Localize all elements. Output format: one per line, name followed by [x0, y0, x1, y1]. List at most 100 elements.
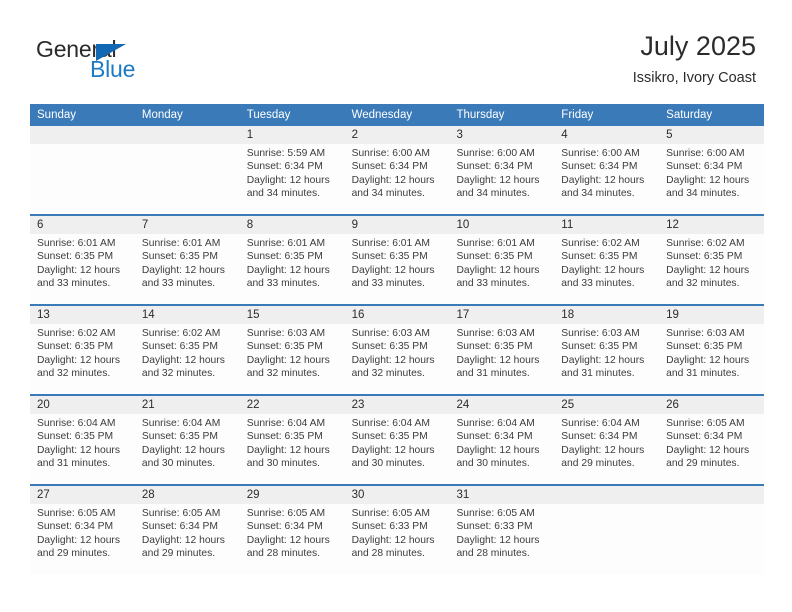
day-number[interactable]: 19 [659, 306, 764, 324]
day-cell[interactable]: Sunrise: 6:01 AM Sunset: 6:35 PM Daylight:… [30, 234, 135, 304]
day-cell[interactable]: Sunrise: 6:05 AM Sunset: 6:34 PM Daylight:… [30, 504, 135, 574]
day-number[interactable]: 24 [449, 396, 554, 414]
day-number[interactable]: 29 [240, 486, 345, 504]
day-number[interactable]: 14 [135, 306, 240, 324]
day-number[interactable]: 1 [240, 126, 345, 144]
calendar-week-row: 20 21 22 23 24 25 26 Sunrise: 6:04 AM Sunset: 6:… [30, 396, 764, 486]
day-cell[interactable]: Sunrise: 6:00 AM Sunset: 6:34 PM Daylight:… [659, 144, 764, 214]
day-number[interactable]: 16 [345, 306, 450, 324]
day-detail-line: Sunset: 6:35 PM [456, 341, 533, 353]
day-detail-line: Sunset: 6:34 PM [666, 431, 743, 443]
day-cell[interactable]: Sunrise: 6:02 AM Sunset: 6:35 PM Daylight:… [30, 324, 135, 394]
day-cell[interactable]: Sunrise: 6:02 AM Sunset: 6:35 PM Daylight:… [554, 234, 659, 304]
day-cell[interactable]: Sunrise: 6:02 AM Sunset: 6:35 PM Daylight:… [659, 234, 764, 304]
day-cell[interactable]: Sunrise: 6:04 AM Sunset: 6:35 PM Daylight:… [135, 414, 240, 484]
day-cell[interactable]: Sunrise: 6:01 AM Sunset: 6:35 PM Daylight:… [135, 234, 240, 304]
day-cell[interactable]: Sunrise: 6:00 AM Sunset: 6:34 PM Daylight:… [345, 144, 450, 214]
day-number[interactable]: 7 [135, 216, 240, 234]
day-number[interactable]: 8 [240, 216, 345, 234]
day-number[interactable]: 15 [240, 306, 345, 324]
day-detail-line: Daylight: 12 hours [666, 264, 750, 276]
calendar-week-row: 13 14 15 16 17 18 19 Sunrise: 6:02 AM Sunset: 6:… [30, 306, 764, 396]
day-number[interactable]: 21 [135, 396, 240, 414]
day-cell[interactable]: Sunrise: 6:03 AM Sunset: 6:35 PM Daylight:… [659, 324, 764, 394]
day-number[interactable]: 20 [30, 396, 135, 414]
day-cell[interactable]: Sunrise: 6:02 AM Sunset: 6:35 PM Daylight:… [135, 324, 240, 394]
day-number-empty [554, 486, 659, 504]
day-cell[interactable]: Sunrise: 5:59 AM Sunset: 6:34 PM Daylight:… [240, 144, 345, 214]
day-number[interactable]: 23 [345, 396, 450, 414]
day-cell[interactable]: Sunrise: 6:05 AM Sunset: 6:34 PM Daylight:… [135, 504, 240, 574]
day-number[interactable]: 13 [30, 306, 135, 324]
day-cell[interactable]: Sunrise: 6:00 AM Sunset: 6:34 PM Daylight:… [449, 144, 554, 214]
day-number[interactable]: 10 [449, 216, 554, 234]
day-cell[interactable]: Sunrise: 6:00 AM Sunset: 6:34 PM Daylight:… [554, 144, 659, 214]
day-detail-line: Sunrise: 5:59 AM [246, 148, 326, 159]
day-detail-line: Daylight: 12 hours [351, 354, 435, 366]
day-number[interactable]: 26 [659, 396, 764, 414]
day-detail-line: Daylight: 12 hours [141, 264, 225, 276]
day-detail-line: Sunset: 6:35 PM [37, 431, 114, 443]
day-number[interactable]: 25 [554, 396, 659, 414]
day-cell[interactable]: Sunrise: 6:04 AM Sunset: 6:34 PM Daylight:… [554, 414, 659, 484]
day-number[interactable]: 6 [30, 216, 135, 234]
calendar-week-row: 27 28 29 30 31 Sunrise: 6:05 AM Sunset: 6:34 P… [30, 486, 764, 574]
day-detail-line: Daylight: 12 hours [37, 534, 120, 546]
day-cell[interactable]: Sunrise: 6:03 AM Sunset: 6:35 PM Daylight:… [240, 324, 345, 394]
day-cell[interactable]: Sunrise: 6:01 AM Sunset: 6:35 PM Daylight:… [449, 234, 554, 304]
day-detail-line: Sunset: 6:33 PM [351, 521, 428, 533]
day-detail-line: Sunrise: 6:04 AM [351, 418, 430, 429]
day-detail-line: Sunset: 6:34 PM [561, 161, 638, 173]
day-detail-line: Sunset: 6:35 PM [141, 341, 218, 353]
day-detail-line: Sunrise: 6:00 AM [351, 148, 430, 159]
day-cell[interactable]: Sunrise: 6:05 AM Sunset: 6:34 PM Daylight:… [659, 414, 764, 484]
day-number[interactable]: 12 [659, 216, 764, 234]
day-number[interactable]: 27 [30, 486, 135, 504]
day-detail-line: Sunrise: 6:05 AM [456, 508, 535, 519]
page-header: General Blue July 2025 Issikro, Ivory Co… [0, 0, 792, 100]
day-number[interactable]: 17 [449, 306, 554, 324]
day-number[interactable]: 22 [240, 396, 345, 414]
day-number[interactable]: 4 [554, 126, 659, 144]
weekday-header-wednesday: Wednesday [351, 109, 413, 121]
day-cell[interactable]: Sunrise: 6:04 AM Sunset: 6:35 PM Daylight:… [345, 414, 450, 484]
day-detail-line: Sunrise: 6:01 AM [351, 238, 430, 249]
day-cell[interactable]: Sunrise: 6:04 AM Sunset: 6:35 PM Daylight:… [30, 414, 135, 484]
day-cell[interactable]: Sunrise: 6:01 AM Sunset: 6:35 PM Daylight:… [240, 234, 345, 304]
day-number[interactable]: 18 [554, 306, 659, 324]
day-detail-line: and 30 minutes. [351, 458, 425, 470]
day-number[interactable]: 3 [449, 126, 554, 144]
day-cell[interactable]: Sunrise: 6:05 AM Sunset: 6:33 PM Daylight:… [345, 504, 450, 574]
day-number[interactable]: 5 [659, 126, 764, 144]
day-cell[interactable]: Sunrise: 6:04 AM Sunset: 6:34 PM Daylight:… [449, 414, 554, 484]
day-number[interactable]: 11 [554, 216, 659, 234]
weekday-header-thursday: Thursday [456, 109, 505, 121]
day-cell[interactable]: Sunrise: 6:04 AM Sunset: 6:35 PM Daylight:… [240, 414, 345, 484]
day-cell[interactable]: Sunrise: 6:01 AM Sunset: 6:35 PM Daylight:… [345, 234, 450, 304]
day-cell-empty [135, 144, 240, 214]
day-detail-line: and 33 minutes. [246, 278, 320, 290]
day-number[interactable]: 2 [345, 126, 450, 144]
day-detail-line: Sunset: 6:35 PM [351, 251, 428, 263]
day-detail-line: Daylight: 12 hours [456, 354, 540, 366]
week-detail-row: Sunrise: 6:01 AM Sunset: 6:35 PM Daylight:… [30, 234, 764, 304]
week-daynumber-row: 20 21 22 23 24 25 26 [30, 396, 764, 414]
day-cell[interactable]: Sunrise: 6:05 AM Sunset: 6:34 PM Daylight:… [240, 504, 345, 574]
day-number[interactable]: 28 [135, 486, 240, 504]
day-detail-line: and 32 minutes. [246, 368, 320, 380]
day-cell[interactable]: Sunrise: 6:03 AM Sunset: 6:35 PM Daylight:… [554, 324, 659, 394]
week-daynumber-row: 13 14 15 16 17 18 19 [30, 306, 764, 324]
day-detail-line: Daylight: 12 hours [351, 174, 435, 186]
day-number[interactable]: 31 [449, 486, 554, 504]
day-number[interactable]: 9 [345, 216, 450, 234]
day-detail-line: and 30 minutes. [246, 458, 320, 470]
day-cell[interactable]: Sunrise: 6:03 AM Sunset: 6:35 PM Daylight:… [345, 324, 450, 394]
day-cell[interactable]: Sunrise: 6:05 AM Sunset: 6:33 PM Daylight:… [449, 504, 554, 574]
brand-logo[interactable]: General Blue [36, 36, 236, 88]
day-detail-line: Sunset: 6:34 PM [351, 161, 428, 173]
day-detail-line: Daylight: 12 hours [351, 264, 435, 276]
day-number[interactable]: 30 [345, 486, 450, 504]
day-detail-line: Daylight: 12 hours [666, 444, 750, 456]
day-cell[interactable]: Sunrise: 6:03 AM Sunset: 6:35 PM Daylight:… [449, 324, 554, 394]
day-detail-line: Sunset: 6:34 PM [456, 431, 533, 443]
